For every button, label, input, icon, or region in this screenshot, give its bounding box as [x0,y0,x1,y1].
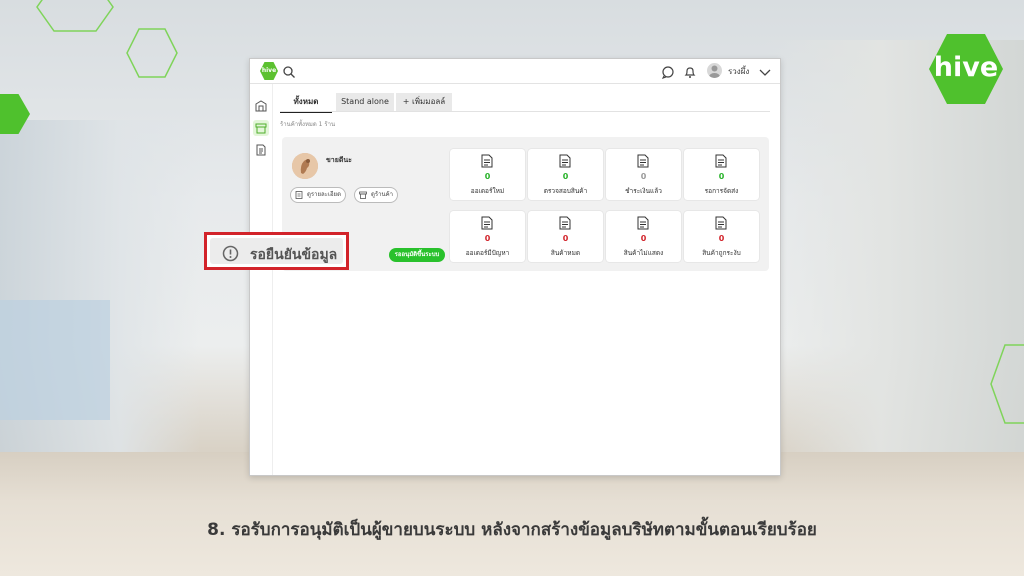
search-icon[interactable] [282,64,296,78]
sidebar-item-shops[interactable] [253,120,269,136]
stat-label: ชำระเงินแล้ว [625,187,662,195]
user-name[interactable]: รวงผึ้ง [728,65,749,78]
stat-label: รอการจัดส่ง [704,187,739,195]
stat-value: 0 [484,172,491,181]
sidebar-item-store-setup[interactable] [253,98,269,114]
view-details-label: ดูรายละเอียด [307,191,341,198]
document-icon [481,154,493,168]
tab-all[interactable]: ทั้งหมด [280,93,332,113]
app-logo-text: hive [261,67,277,74]
stat-value: 0 [484,234,491,243]
stat-card-check-products[interactable]: 0 ตรวจสอบสินค้า [528,149,603,200]
stat-label: สินค้าไม่แสดง [623,249,664,257]
document-icon [715,154,727,168]
sidebar-item-documents[interactable] [253,142,269,158]
shop-icon [255,123,267,134]
background-boxes-left [0,300,110,420]
document-icon [637,154,649,168]
hexagon-outline-decoration [36,0,114,32]
pending-approval-badge: รออนุมัติขึ้นระบบ [389,248,445,262]
bell-icon[interactable] [683,64,697,78]
step-caption: 8. รอรับการอนุมัติเป็นผู้ขายบนระบบ หลังจ… [207,520,817,540]
hive-logo-text: hive [933,52,999,83]
stat-value: 0 [562,172,569,181]
shop-name: ขายดีนะ [326,156,352,164]
receipt-icon [295,191,303,199]
sidebar [250,84,273,475]
stat-label: ออเดอร์มีปัญหา [465,249,510,257]
stat-value: 0 [640,234,647,243]
tab-divider [280,111,770,112]
stat-value: 0 [718,234,725,243]
chat-icon[interactable] [661,64,675,79]
stat-card-hidden-products[interactable]: 0 สินค้าไม่แสดง [606,211,681,262]
pending-verification-badge: รอยืนยันข้อมูล [210,238,343,264]
stat-card-awaiting-shipment[interactable]: 0 รอการจัดส่ง [684,149,759,200]
stat-label: ออเดอร์ใหม่ [470,187,505,195]
stat-card-out-of-stock[interactable]: 0 สินค้าหมด [528,211,603,262]
pending-verification-callout: รอยืนยันข้อมูล [204,232,349,270]
document-icon [256,144,266,156]
stat-card-problem-orders[interactable]: 0 ออเดอร์มีปัญหา [450,211,525,262]
chevron-down-icon[interactable] [758,64,772,78]
stat-value: 0 [640,172,647,181]
stat-label: ตรวจสอบสินค้า [543,187,588,195]
document-icon [559,154,571,168]
hexagon-outline-decoration [990,344,1024,424]
pending-verification-label: รอยืนยันข้อมูล [250,247,338,263]
hive-brand-logo: hive [928,32,1004,106]
document-icon [559,216,571,230]
user-avatar[interactable] [707,63,722,78]
document-icon [637,216,649,230]
alert-circle-icon [222,245,239,262]
view-store-button[interactable]: ดูร้านค้า [354,187,398,203]
app-logo[interactable]: hive [260,62,278,80]
store-icon [359,191,367,199]
tab-stand-alone[interactable]: Stand alone [336,93,394,111]
stat-card-paid[interactable]: 0 ชำระเงินแล้ว [606,149,681,200]
view-store-label: ดูร้านค้า [371,191,393,198]
stat-card-suspended-products[interactable]: 0 สินค้าถูกระงับ [684,211,759,262]
hexagon-outline-decoration [126,28,178,78]
document-icon [715,216,727,230]
stat-label: สินค้าถูกระงับ [702,249,741,257]
tab-add-mall[interactable]: + เพิ่มมอลล์ [396,93,452,111]
document-icon [481,216,493,230]
stat-value: 0 [718,172,725,181]
shop-count: ร้านค้าทั้งหมด 1 ร้าน [280,121,336,128]
stat-card-new-orders[interactable]: 0 ออเดอร์ใหม่ [450,149,525,200]
top-bar: hive รวงผึ้ง [250,59,780,84]
shop-card: ขายดีนะ ดูรายละเอียด ดูร้านค้า รออนุมัติ… [286,145,764,267]
shop-avatar [292,153,318,179]
view-details-button[interactable]: ดูรายละเอียด [290,187,346,203]
store-icon [255,100,267,112]
stat-value: 0 [562,234,569,243]
stat-label: สินค้าหมด [550,249,581,257]
